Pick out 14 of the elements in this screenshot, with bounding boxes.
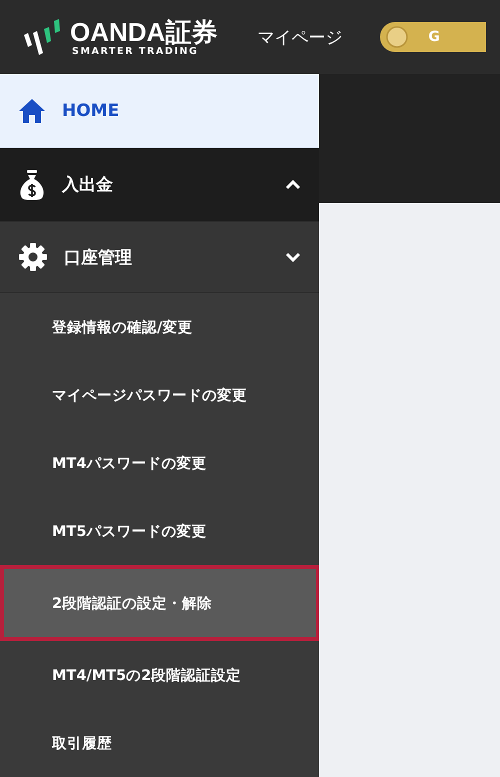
logo-tagline: SMARTER TRADING bbox=[72, 46, 200, 56]
nav-item[interactable]: HOME bbox=[0, 74, 319, 148]
submenu-item[interactable]: 2段階認証の設定・解除 bbox=[0, 565, 319, 641]
mypage-link[interactable]: マイページ bbox=[257, 26, 342, 48]
logo-name: OANDA証券 bbox=[70, 18, 218, 46]
home-icon bbox=[18, 98, 46, 124]
gear-icon bbox=[18, 242, 48, 272]
nav-item[interactable]: 口座管理 bbox=[0, 222, 319, 293]
coin-icon bbox=[386, 26, 408, 48]
chevron-icon bbox=[285, 252, 301, 262]
rank-badge: G bbox=[380, 22, 486, 52]
nav-item[interactable]: 入出金 bbox=[0, 148, 319, 222]
money-bag-icon bbox=[18, 168, 46, 200]
chevron-icon bbox=[285, 180, 301, 190]
